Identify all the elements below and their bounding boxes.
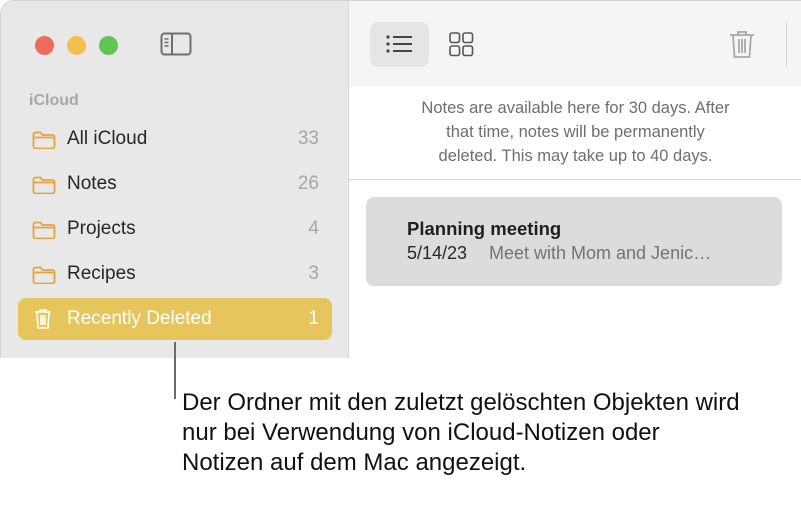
note-list-pane: Notes are available here for 30 days. Af… [349,1,801,358]
sidebar-item-label: Projects [67,218,136,239]
sidebar: iCloud All iCloud 33 Notes 26 Projects 4… [1,1,349,358]
minimize-button[interactable] [67,36,86,55]
trash-icon [35,309,51,329]
note-preview: Meet with Mom and Jenic… [489,243,712,263]
section-label-icloud: iCloud [29,92,79,109]
info-line: deleted. This may take up to 40 days. [438,147,713,165]
zoom-button[interactable] [99,36,118,55]
sidebar-item-recently-deleted[interactable]: Recently Deleted 1 [18,298,332,340]
sidebar-item-label: Notes [67,173,117,194]
sidebar-item-label: Recipes [67,263,136,284]
folder-icon [32,131,56,149]
sidebar-item-count: 26 [297,173,319,194]
sidebar-toggle-icon[interactable] [160,32,192,56]
recently-deleted-info: Notes are available here for 30 days. Af… [349,86,801,180]
sidebar-item-all-icloud[interactable]: All iCloud 33 [18,118,332,160]
sidebar-item-count: 4 [308,218,319,239]
trash-icon [730,31,754,58]
sidebar-item-projects[interactable]: Projects 4 [18,208,332,250]
notes-window: iCloud All iCloud 33 Notes 26 Projects 4… [0,0,801,358]
note-title: Planning meeting [407,218,562,239]
info-line: Notes are available here for 30 days. Af… [421,99,730,117]
list-view-button[interactable] [370,22,429,67]
folder-icon [32,176,56,194]
delete-button[interactable] [719,22,763,67]
callout-leader-line [174,342,176,399]
sidebar-item-count: 1 [308,308,319,329]
gallery-view-icon [449,32,474,57]
folder-icon [32,221,56,239]
sidebar-item-recipes[interactable]: Recipes 3 [18,253,332,295]
gallery-view-button[interactable] [431,22,490,67]
info-line: that time, notes will be permanently [446,123,705,141]
note-date: 5/14/23 [407,243,468,263]
sidebar-item-count: 3 [308,263,319,284]
sidebar-item-count: 33 [297,128,319,149]
list-view-icon [386,35,412,53]
toolbar [349,1,801,86]
sidebar-item-notes[interactable]: Notes 26 [18,163,332,205]
note-list-item[interactable]: Planning meeting 5/14/23 Meet with Mom a… [366,197,782,286]
sidebar-item-label: All iCloud [67,128,148,149]
callout-text: Der Ordner mit den zuletzt gelöschten Ob… [182,389,740,476]
folder-icon [32,266,56,284]
close-button[interactable] [35,36,54,55]
toolbar-divider [786,22,787,67]
sidebar-item-label: Recently Deleted [67,308,212,329]
